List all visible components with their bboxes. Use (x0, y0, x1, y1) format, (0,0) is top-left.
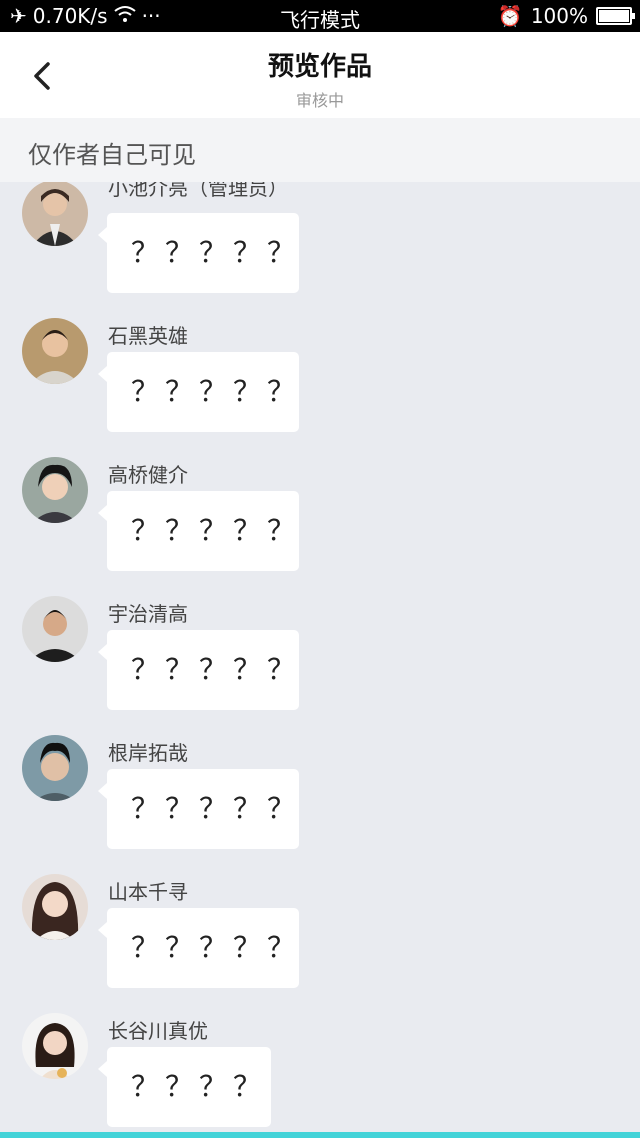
message-item: 山本千寻 ？？？？？ (0, 866, 640, 996)
avatar[interactable] (22, 1013, 88, 1079)
bottom-accent-bar (0, 1132, 640, 1138)
status-bar: ✈ 0.70K/s ··· 飞行模式 ⏰ 100% (0, 0, 640, 32)
chat-preview-screen: ✈ 0.70K/s ··· 飞行模式 ⏰ 100% 预览作品 审核中 仅作者自己… (0, 0, 640, 1138)
message-bubble[interactable]: ？？？？ (98, 1047, 271, 1127)
avatar[interactable] (22, 318, 88, 384)
sender-name: 宇治清高 (108, 602, 188, 626)
message-item: 小池介亮（管理员） ？？？？？ (0, 182, 640, 302)
avatar[interactable] (22, 182, 88, 246)
message-item: 根岸拓哉 ？？？？？ (0, 727, 640, 857)
avatar[interactable] (22, 735, 88, 801)
sender-name: 根岸拓哉 (108, 741, 188, 765)
battery-icon (596, 7, 635, 25)
review-status: 审核中 (295, 91, 344, 110)
sender-name: 长谷川真优 (108, 1019, 208, 1043)
avatar[interactable] (22, 874, 88, 940)
sender-name: 山本千寻 (108, 880, 188, 904)
alarm-icon: ⏰ (497, 4, 523, 28)
header: 预览作品 审核中 (0, 32, 640, 118)
message-bubble[interactable]: ？？？？？ (98, 908, 299, 988)
visibility-notice: 仅作者自己可见 (0, 118, 640, 182)
message-bubble[interactable]: ？？？？？ (98, 491, 299, 571)
message-item: 长谷川真优 ？？？？ (0, 1005, 640, 1132)
message-item: 宇治清高 ？？？？？ (0, 588, 640, 718)
avatar[interactable] (22, 596, 88, 662)
message-item: 高桥健介 ？？？？？ (0, 449, 640, 579)
message-bubble[interactable]: ？？？？？ (98, 213, 299, 293)
message-list[interactable]: 小池介亮（管理员） ？？？？？ 石黑英雄 ？？？？？ 高桥健介 ？？？？？ 宇治… (0, 182, 640, 1132)
sender-name: 高桥健介 (108, 463, 188, 487)
message-bubble[interactable]: ？？？？？ (98, 352, 299, 432)
message-bubble[interactable]: ？？？？？ (98, 630, 299, 710)
battery-percent: 100% (530, 4, 588, 28)
page-title: 预览作品 (267, 52, 372, 82)
sender-name: 小池介亮（管理员） (108, 182, 288, 200)
avatar[interactable] (22, 457, 88, 523)
message-bubble[interactable]: ？？？？？ (98, 769, 299, 849)
message-item: 石黑英雄 ？？？？？ (0, 310, 640, 440)
sender-name: 石黑英雄 (108, 324, 188, 348)
